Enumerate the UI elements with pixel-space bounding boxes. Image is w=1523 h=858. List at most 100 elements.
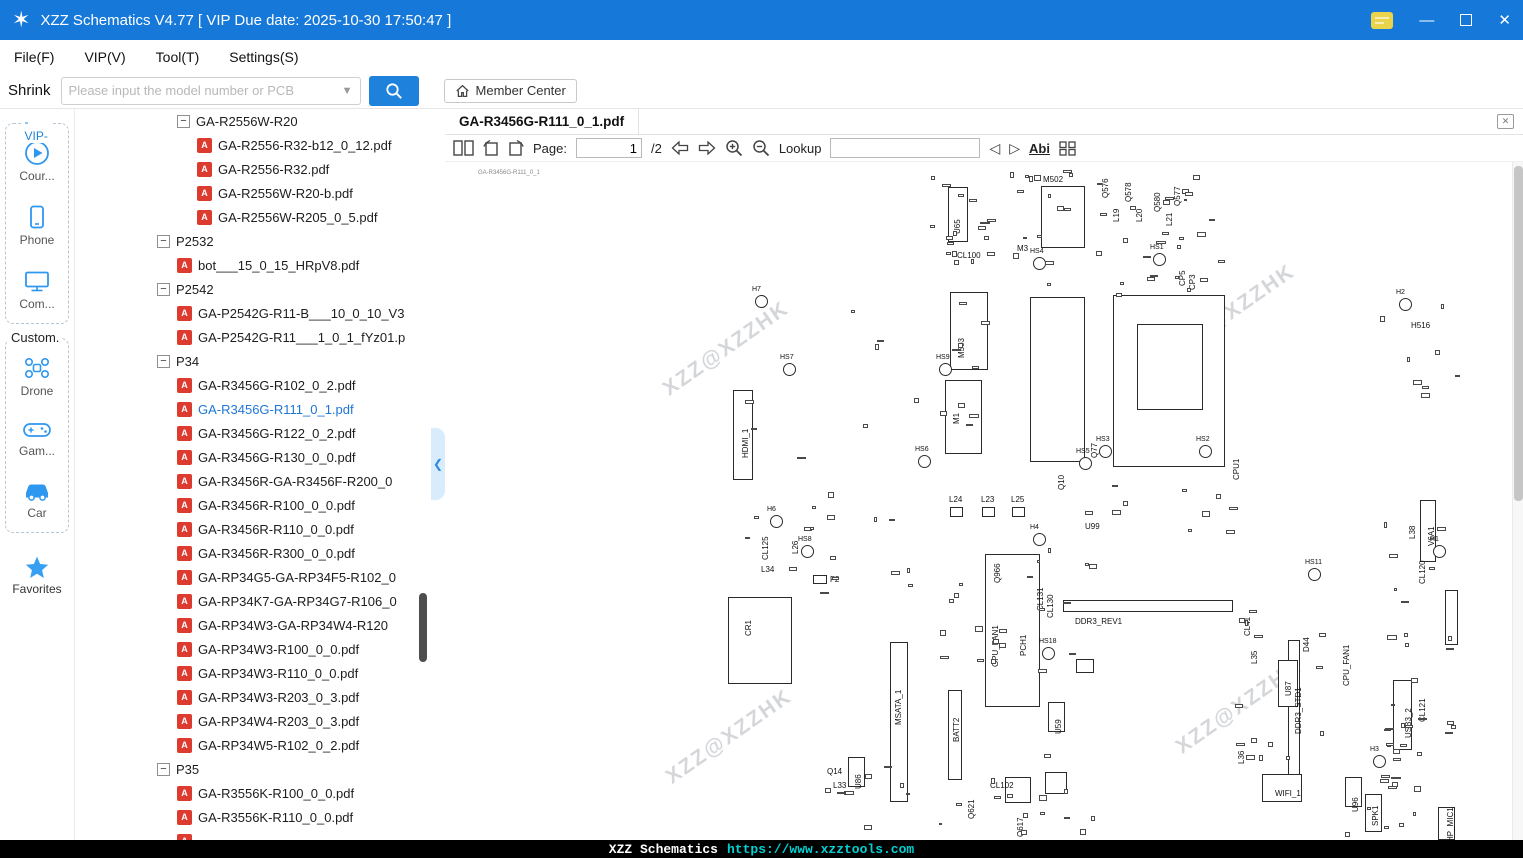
collapse-minus-icon[interactable]: − (157, 282, 170, 296)
collapse-panel-handle[interactable]: ❮ (431, 428, 445, 500)
minimize-button[interactable]: — (1419, 12, 1434, 29)
tree-file-row[interactable]: A GA-R3556K-R100_0_0.pdf (75, 781, 418, 805)
mounting-hole (1199, 445, 1212, 458)
thumbnail-grid-icon[interactable] (1059, 140, 1076, 156)
sidebar-item-phone[interactable]: Phone (20, 204, 54, 247)
small-component (957, 343, 964, 348)
tree-file-row[interactable]: A GA-R2556-R32.pdf (75, 157, 418, 181)
collapse-minus-icon[interactable]: − (157, 234, 170, 248)
tree-file-row[interactable]: A GA-RP34W3-R203_0_3.pdf (75, 685, 418, 709)
model-search-input[interactable] (68, 83, 338, 98)
tree-file-row[interactable]: A GA-R2556-R32-b12_0_12.pdf (75, 133, 418, 157)
menu-file[interactable]: File(F) (14, 49, 54, 65)
maximize-button[interactable] (1460, 14, 1473, 26)
tree-file-row[interactable]: A GA-RP34W5-R102_0_2.pdf (75, 733, 418, 757)
tree-file-row[interactable]: A GA-R3456R-R110_0_0.pdf (75, 517, 418, 541)
member-center-button[interactable]: Member Center (443, 78, 577, 103)
tree-file-row[interactable]: A GA-R2556W-R20-b.pdf (75, 181, 418, 205)
sidebar-item-computer[interactable]: Com... (19, 268, 55, 311)
schematic-canvas[interactable]: GA-R3456G-R111_0_1 XZZ@XZZHK XZZ@XZZHK XZZ… (445, 162, 1512, 840)
collapse-minus-icon[interactable]: − (177, 114, 190, 128)
tree-file-row[interactable]: A (75, 829, 418, 840)
viewer-scrollbar-thumb[interactable] (1514, 166, 1523, 501)
small-component (959, 583, 964, 587)
tree-scrollbar-thumb[interactable] (419, 593, 427, 662)
watermark: XZZ@XZZHK (658, 296, 794, 401)
pdf-viewer[interactable]: GA-R3456G-R111_0_1 XZZ@XZZHK XZZ@XZZHK XZZ… (445, 162, 1523, 840)
tree-folder-row[interactable]: − P2542 (75, 277, 418, 301)
tree-file-row[interactable]: A GA-RP34W4-R203_0_3.pdf (75, 709, 418, 733)
small-component (1028, 176, 1034, 183)
page-number-input[interactable] (575, 138, 642, 158)
component-label: U99 (1085, 522, 1100, 531)
zoom-in-icon[interactable] (725, 139, 743, 157)
small-component (1391, 776, 1401, 780)
tree-file-row[interactable]: Abot___15_0_15_HRpV8.pdf (75, 253, 418, 277)
two-page-view-icon[interactable] (453, 140, 474, 156)
tree-scrollbar[interactable] (419, 109, 427, 840)
status-url[interactable]: https://www.xzztools.com (727, 842, 914, 857)
sidebar-item-drone[interactable]: Drone (21, 355, 53, 398)
small-component (1036, 559, 1041, 564)
tree-folder-row[interactable]: − GA-R2556W-R20 (75, 109, 418, 133)
pdf-file-icon: A (177, 665, 192, 681)
tree-file-row[interactable]: A GA-RP34W3-R100_0_0.pdf (75, 637, 418, 661)
tree-file-row[interactable]: A GA-R3456G-R122_0_2.pdf (75, 421, 418, 445)
menu-vip[interactable]: VIP(V) (84, 49, 125, 65)
tree-file-row[interactable]: A GA-R3456G-R111_0_1.pdf (75, 397, 418, 421)
tree-folder-row[interactable]: − P2532 (75, 229, 418, 253)
sidebar-item-course[interactable]: Cour... (19, 140, 55, 183)
small-component (1040, 811, 1046, 815)
tree-file-row[interactable]: A GA-R3456G-R130_0_0.pdf (75, 445, 418, 469)
tree-file-row[interactable]: A GA-RP34W3-R110_0_0.pdf (75, 661, 418, 685)
tree-file-row[interactable]: A GA-R3456G-R102_0_2.pdf (75, 373, 418, 397)
tree-file-row[interactable]: A GA-RP34K7-GA-RP34G7-R106_0 (75, 589, 418, 613)
tree-file-row[interactable]: A GA-R3456R-R300_0_0.pdf (75, 541, 418, 565)
tree-file-row[interactable]: A GA-RP34W3-GA-RP34W4-R120 (75, 613, 418, 637)
tree-file-row[interactable]: A GA-RP34G5-GA-RP34F5-R102_0 (75, 565, 418, 589)
close-document-icon[interactable]: ✕ (1497, 114, 1514, 129)
tree-item-label: GA-R3556K-R100_0_0.pdf (198, 785, 355, 801)
pdf-file-icon: A (197, 161, 212, 177)
document-tab[interactable]: GA-R3456G-R111_0_1.pdf (445, 109, 640, 134)
viewer-scrollbar[interactable] (1512, 162, 1523, 840)
search-button[interactable] (368, 75, 419, 106)
chevron-down-icon[interactable]: ▼ (342, 85, 353, 97)
prev-result-icon[interactable]: ◁ (989, 140, 1000, 157)
sidebar-item-favorites[interactable]: Favorites (0, 555, 74, 596)
rotate-right-icon[interactable] (508, 140, 524, 156)
tree-file-row[interactable]: A GA-R2556W-R205_0_5.pdf (75, 205, 418, 229)
sidebar-item-car[interactable]: Car (22, 479, 52, 520)
small-component (1410, 678, 1418, 684)
tree-file-row[interactable]: A GA-P2542G-R11-B___10_0_10_V3 (75, 301, 418, 325)
gamepad-icon (23, 423, 51, 437)
zoom-out-icon[interactable] (752, 139, 770, 157)
tree-file-row[interactable]: A GA-R3456R-GA-R3456F-R200_0 (75, 469, 418, 493)
shrink-button[interactable]: Shrink (8, 82, 51, 99)
lookup-input[interactable] (830, 138, 981, 158)
tree-folder-row[interactable]: − P34 (75, 349, 418, 373)
rotate-left-icon[interactable] (483, 140, 499, 156)
tree-file-row[interactable]: A GA-R3556K-R110_0_0.pdf (75, 805, 418, 829)
page-back-icon[interactable] (671, 141, 689, 155)
hole-label: H3 (1370, 746, 1379, 753)
small-component (1130, 205, 1137, 210)
collapse-minus-icon[interactable]: − (157, 762, 170, 776)
next-result-icon[interactable]: ▷ (1009, 140, 1020, 157)
menu-tool[interactable]: Tool(T) (156, 49, 200, 65)
tree-folder-row[interactable]: − P35 (75, 757, 418, 781)
page-forward-icon[interactable] (698, 141, 716, 155)
sidebar-item-game[interactable]: Gam... (19, 419, 55, 458)
hole-label: H7 (752, 286, 761, 293)
small-component (1399, 822, 1404, 828)
menu-settings[interactable]: Settings(S) (229, 49, 298, 65)
text-select-icon[interactable]: Abi (1029, 141, 1050, 156)
collapse-minus-icon[interactable]: − (157, 354, 170, 368)
mounting-hole (783, 363, 796, 376)
component-label: U86 (854, 774, 863, 789)
vip-card-icon[interactable] (1371, 11, 1394, 29)
tree-file-row[interactable]: A GA-P2542G-R11___1_0_1_fYz01.p (75, 325, 418, 349)
tree-file-row[interactable]: A GA-R3456R-R100_0_0.pdf (75, 493, 418, 517)
close-button[interactable]: ✕ (1498, 11, 1511, 29)
small-component (971, 365, 979, 369)
